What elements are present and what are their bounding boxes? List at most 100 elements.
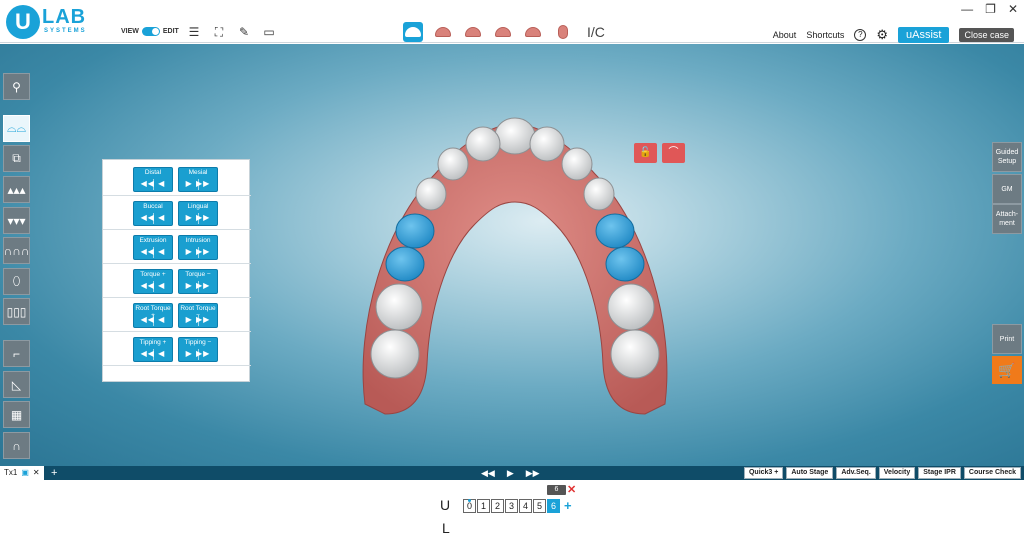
tooth-library-tool-button[interactable]: ⧉ — [3, 145, 30, 172]
arch-form-tool-button[interactable]: ∩ — [3, 432, 30, 459]
timeline-tool-button[interactable]: Velocity — [878, 467, 916, 479]
movement-right-button[interactable]: Root Torque − ▶ ▶▶ — [178, 303, 218, 328]
stage-box[interactable]: 5 — [533, 499, 546, 513]
ic-button[interactable]: I/C — [587, 24, 605, 40]
ulab-logo: U LAB SYSTEMS — [6, 5, 96, 39]
play-icon[interactable]: ▶ — [507, 466, 514, 480]
timeline-tool-button[interactable]: Quick3 + — [743, 467, 784, 479]
print-button[interactable]: Print — [992, 324, 1022, 354]
save-icon[interactable]: ▣ — [21, 466, 29, 480]
delete-stage-icon[interactable]: ✕ — [567, 483, 576, 496]
3d-viewport[interactable]: ⚲ ⌓⌓ ⧉ ▴▴▴ ▾▾▾ ∩∩∩ ⬯ ▯▯▯ ⌐ ◺ ▦ ∩ Distal ◀… — [0, 44, 1024, 466]
tooth-move-tool-button[interactable]: ⌓⌓ — [3, 115, 30, 142]
stage-box[interactable]: 2 — [491, 499, 504, 513]
movement-left-button[interactable]: Extrusion ◀◀ ◀ — [133, 235, 173, 260]
tooth[interactable] — [561, 147, 593, 181]
stage-box[interactable]: 1 — [477, 499, 490, 513]
movement-label: Extrusion — [139, 237, 167, 244]
side-view-button[interactable] — [523, 22, 543, 42]
tab-label: Tx1 — [4, 468, 18, 477]
movement-right-button[interactable]: Lingual ▶ ▶▶ — [178, 201, 218, 226]
fast-forward-icon[interactable]: ▶▶ — [526, 466, 540, 480]
selected-tooth[interactable] — [385, 246, 425, 282]
add-tab-icon[interactable]: + — [51, 466, 57, 480]
occlusal-view-button[interactable] — [553, 22, 573, 42]
maximize-icon[interactable]: ❐ — [985, 2, 996, 16]
profile-tool-button[interactable]: ⌐ — [3, 340, 30, 367]
close-case-button[interactable]: Close case — [959, 28, 1014, 42]
stage-box[interactable]: 6 — [547, 499, 560, 513]
help-icon[interactable]: ? — [854, 29, 867, 41]
guided-setup-button[interactable]: Guided Setup — [992, 142, 1022, 172]
cart-button[interactable]: 🛒 — [992, 356, 1022, 384]
gear-icon[interactable]: ⚙ — [876, 28, 888, 41]
step-arrows-icon: ▶ ▶▶ — [185, 179, 211, 188]
window-close-icon[interactable]: ✕ — [1008, 2, 1018, 16]
movement-left-button[interactable]: Tipping + ◀◀ ◀ — [133, 337, 173, 362]
tooth[interactable] — [465, 126, 501, 162]
selected-tooth[interactable] — [605, 246, 645, 282]
add-stage-icon[interactable]: + — [564, 498, 572, 513]
tooth[interactable] — [607, 283, 655, 331]
timeline-tool-button[interactable]: Course Check — [963, 467, 1021, 479]
tooth[interactable] — [415, 177, 447, 211]
gm-button[interactable]: GM — [992, 174, 1022, 204]
measure-tool-button[interactable]: ◺ — [3, 371, 30, 398]
tooth[interactable] — [437, 147, 469, 181]
screenshot-icon[interactable]: ⛶ — [212, 25, 226, 39]
bite-view-button[interactable] — [493, 22, 513, 42]
treatment-tab-tx1[interactable]: Tx1 ▣ ✕ — [0, 466, 44, 480]
upper-jaw-view-button[interactable] — [403, 22, 423, 42]
gum-tool-button[interactable]: ▾▾▾ — [3, 207, 30, 234]
rewind-icon[interactable]: ◀◀ — [481, 466, 495, 480]
upper-arch-tool-button[interactable]: ▴▴▴ — [3, 176, 30, 203]
upper-arch-model[interactable] — [355, 114, 675, 444]
arch-lock-button[interactable]: ⌒ — [662, 143, 685, 163]
step-arrows-icon: ◀◀ ◀ — [140, 179, 166, 188]
note-edit-icon[interactable]: ✎ — [237, 25, 251, 39]
teeth-row-tool-button[interactable]: ▯▯▯ — [3, 298, 30, 325]
movement-right-button[interactable]: Mesial ▶ ▶▶ — [178, 167, 218, 192]
movement-right-button[interactable]: Torque − ▶ ▶▶ — [178, 269, 218, 294]
timeline-tool-button[interactable]: Stage IPR — [918, 467, 961, 479]
root-tool-button[interactable]: ∩∩∩ — [3, 237, 30, 264]
tab-close-icon[interactable]: ✕ — [33, 466, 40, 480]
movement-row: Tipping + ◀◀ ◀ Tipping − ▶ ▶▶ — [103, 333, 251, 366]
upper-jaw-icon — [405, 27, 421, 37]
tooth[interactable] — [529, 126, 565, 162]
movement-left-button[interactable]: Root Torque + ◀◀ ◀ — [133, 303, 173, 328]
report-icon[interactable]: ☰ — [187, 25, 201, 39]
attachment-button[interactable]: Attach-ment — [992, 204, 1022, 234]
tooth[interactable] — [494, 117, 536, 155]
stage-box[interactable]: 4 — [519, 499, 532, 513]
single-tooth-tool-button[interactable]: ⬯ — [3, 268, 30, 295]
minimize-icon[interactable]: — — [961, 2, 973, 16]
view-edit-switch[interactable]: VIEW EDIT — [121, 27, 179, 36]
tooth-axis-tool-button[interactable]: ⚲ — [3, 73, 30, 100]
lower-jaw-view-button[interactable] — [433, 22, 453, 42]
selected-tooth[interactable] — [395, 213, 435, 249]
movement-right-button[interactable]: Tipping − ▶ ▶▶ — [178, 337, 218, 362]
grid-tool-button[interactable]: ▦ — [3, 401, 30, 428]
front-teeth-icon — [465, 27, 481, 37]
movement-right-button[interactable]: Intrusion ▶ ▶▶ — [178, 235, 218, 260]
timeline-tool-button[interactable]: Adv.Seq. — [836, 467, 876, 479]
stage-box[interactable]: 3 — [505, 499, 518, 513]
unlock-tooth-button[interactable]: 🔓 — [634, 143, 657, 163]
movement-left-button[interactable]: Buccal ◀◀ ◀ — [133, 201, 173, 226]
tooth[interactable] — [375, 283, 423, 331]
shortcuts-link[interactable]: Shortcuts — [806, 30, 844, 40]
tooth[interactable] — [583, 177, 615, 211]
movement-left-button[interactable]: Torque + ◀◀ ◀ — [133, 269, 173, 294]
uassist-button[interactable]: uAssist — [898, 27, 950, 43]
tooth[interactable] — [370, 329, 420, 379]
about-link[interactable]: About — [773, 30, 797, 40]
mode-toggle[interactable] — [141, 27, 160, 36]
monitor-icon[interactable]: ▭ — [262, 25, 276, 39]
selected-tooth[interactable] — [595, 213, 635, 249]
timeline-tool-button[interactable]: Auto Stage — [786, 467, 834, 479]
stage-box[interactable]: 0 — [463, 499, 476, 513]
front-view-button[interactable] — [463, 22, 483, 42]
tooth[interactable] — [610, 329, 660, 379]
movement-left-button[interactable]: Distal ◀◀ ◀ — [133, 167, 173, 192]
